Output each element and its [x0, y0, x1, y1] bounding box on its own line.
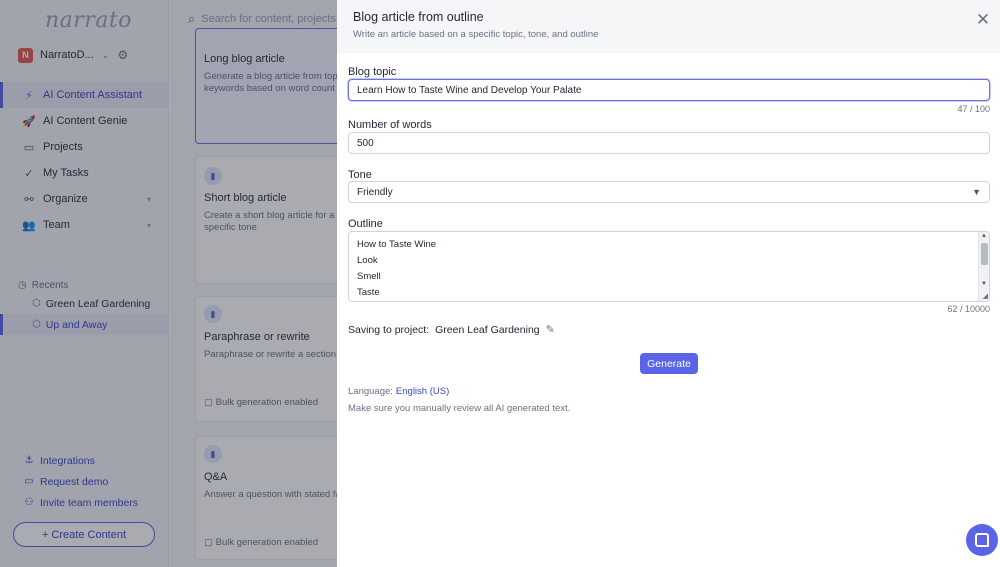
edit-icon[interactable]: ✎ [546, 323, 555, 336]
outline-line: Smell [357, 271, 381, 282]
outline-counter: 62 / 10000 [947, 304, 990, 314]
drawer-subtitle: Write an article based on a specific top… [353, 29, 599, 40]
review-note: Make sure you manually review all AI gen… [348, 403, 571, 414]
scroll-up-icon[interactable]: ▲ [981, 233, 987, 239]
tone-select[interactable]: Friendly ▼ [348, 181, 990, 203]
chat-support-button[interactable] [966, 524, 998, 556]
word-count-label: Number of words [348, 119, 432, 131]
tone-label: Tone [348, 169, 372, 181]
tone-selected-value: Friendly [357, 186, 393, 198]
outline-scrollbar[interactable]: ▲ ▼ [978, 232, 989, 301]
chat-icon [975, 533, 989, 547]
blog-outline-drawer: Blog article from outline Write an artic… [337, 0, 1000, 567]
blog-topic-label: Blog topic [348, 66, 397, 78]
outline-line: Look [357, 255, 378, 266]
drawer-title: Blog article from outline [353, 10, 484, 24]
language-link[interactable]: English (US) [396, 386, 449, 397]
chevron-down-icon: ▼ [972, 187, 981, 197]
outline-label: Outline [348, 218, 383, 230]
blog-topic-counter: 47 / 100 [957, 104, 990, 114]
word-count-input[interactable]: 500 [348, 132, 990, 154]
scrollbar-thumb[interactable] [981, 243, 988, 265]
saving-to-project: Saving to project: Green Leaf Gardening … [348, 323, 555, 337]
drawer-header: Blog article from outline Write an artic… [337, 0, 1000, 53]
scroll-down-icon[interactable]: ▼ [981, 281, 987, 287]
outline-textarea[interactable]: How to Taste Wine Look Smell Taste ▲ ▼ ◢ [348, 231, 990, 302]
saving-project-name: Green Leaf Gardening [435, 323, 540, 336]
language-line: Language: English (US) [348, 386, 449, 397]
outline-line: How to Taste Wine [357, 239, 437, 250]
saving-label: Saving to project: [348, 323, 430, 336]
generate-button[interactable]: Generate [640, 353, 698, 374]
outline-line: Taste [357, 287, 380, 298]
resize-grip-icon[interactable]: ◢ [983, 292, 988, 300]
language-label: Language: [348, 386, 393, 397]
close-icon[interactable]: ✕ [974, 11, 992, 29]
blog-topic-input[interactable]: Learn How to Taste Wine and Develop Your… [348, 79, 990, 101]
modal-backdrop[interactable] [0, 0, 337, 567]
